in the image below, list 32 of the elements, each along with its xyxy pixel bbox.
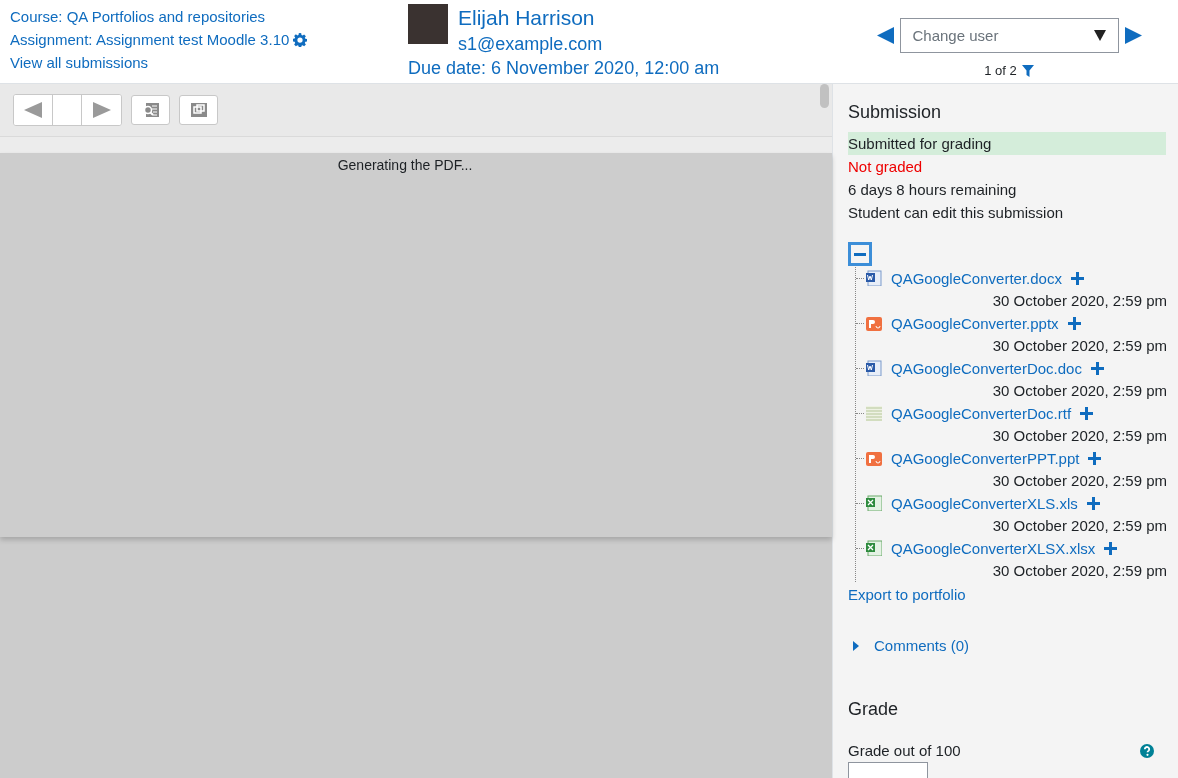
file-date: 30 October 2020, 2:59 pm: [991, 426, 1167, 446]
file-link[interactable]: QAGoogleConverterPPT.ppt: [891, 449, 1080, 467]
submission-heading: Submission: [848, 101, 943, 123]
file-date: 30 October 2020, 2:59 pm: [991, 336, 1167, 356]
file-date: 30 October 2020, 2:59 pm: [991, 516, 1167, 536]
grade-heading: Grade: [848, 698, 900, 720]
user-email-link[interactable]: s1@example.com: [458, 33, 603, 55]
course-link[interactable]: Course: QA Portfolios and repositories: [10, 7, 408, 26]
file-date: 30 October 2020, 2:59 pm: [991, 291, 1167, 311]
file-link[interactable]: QAGoogleConverterXLS.xls: [891, 494, 1078, 512]
export-to-portfolio-link[interactable]: Export to portfolio: [848, 585, 1166, 605]
comments-link[interactable]: Comments (0): [874, 637, 970, 654]
user-name-link[interactable]: Elijah Harrison: [458, 6, 603, 30]
change-user-select[interactable]: Change user: [899, 18, 1119, 53]
file-link[interactable]: QAGoogleConverter.docx: [891, 269, 1062, 287]
file-link[interactable]: QAGoogleConverterDoc.rtf: [891, 404, 1072, 422]
file-date: 30 October 2020, 2:59 pm: [991, 471, 1167, 491]
assignment-link[interactable]: Assignment: Assignment test Moodle 3.10: [10, 30, 290, 49]
due-date-link[interactable]: Due date: 6 November 2020, 12:00 am: [408, 57, 848, 79]
status-text: 6 days 8 hours remaining: [848, 180, 1018, 200]
file-link[interactable]: QAGoogleConverter.pptx: [891, 314, 1059, 332]
file-date: 30 October 2020, 2:59 pm: [991, 381, 1167, 401]
user-count: 1 of 2: [984, 63, 1017, 78]
grading-status: Not graded: [848, 157, 924, 177]
file-date: 30 October 2020, 2:59 pm: [991, 561, 1167, 581]
status-text: Student can edit this submission: [848, 203, 1065, 223]
view-all-submissions-link[interactable]: View all submissions: [10, 53, 408, 72]
file-link[interactable]: QAGoogleConverterDoc.doc: [891, 359, 1082, 377]
file-link[interactable]: QAGoogleConverterXLSX.xlsx: [891, 539, 1096, 557]
loading-message: Generating the PDF...: [337, 157, 473, 175]
grade-label: Grade out of 100: [848, 742, 961, 759]
submission-status: Submitted for grading: [848, 132, 1166, 155]
